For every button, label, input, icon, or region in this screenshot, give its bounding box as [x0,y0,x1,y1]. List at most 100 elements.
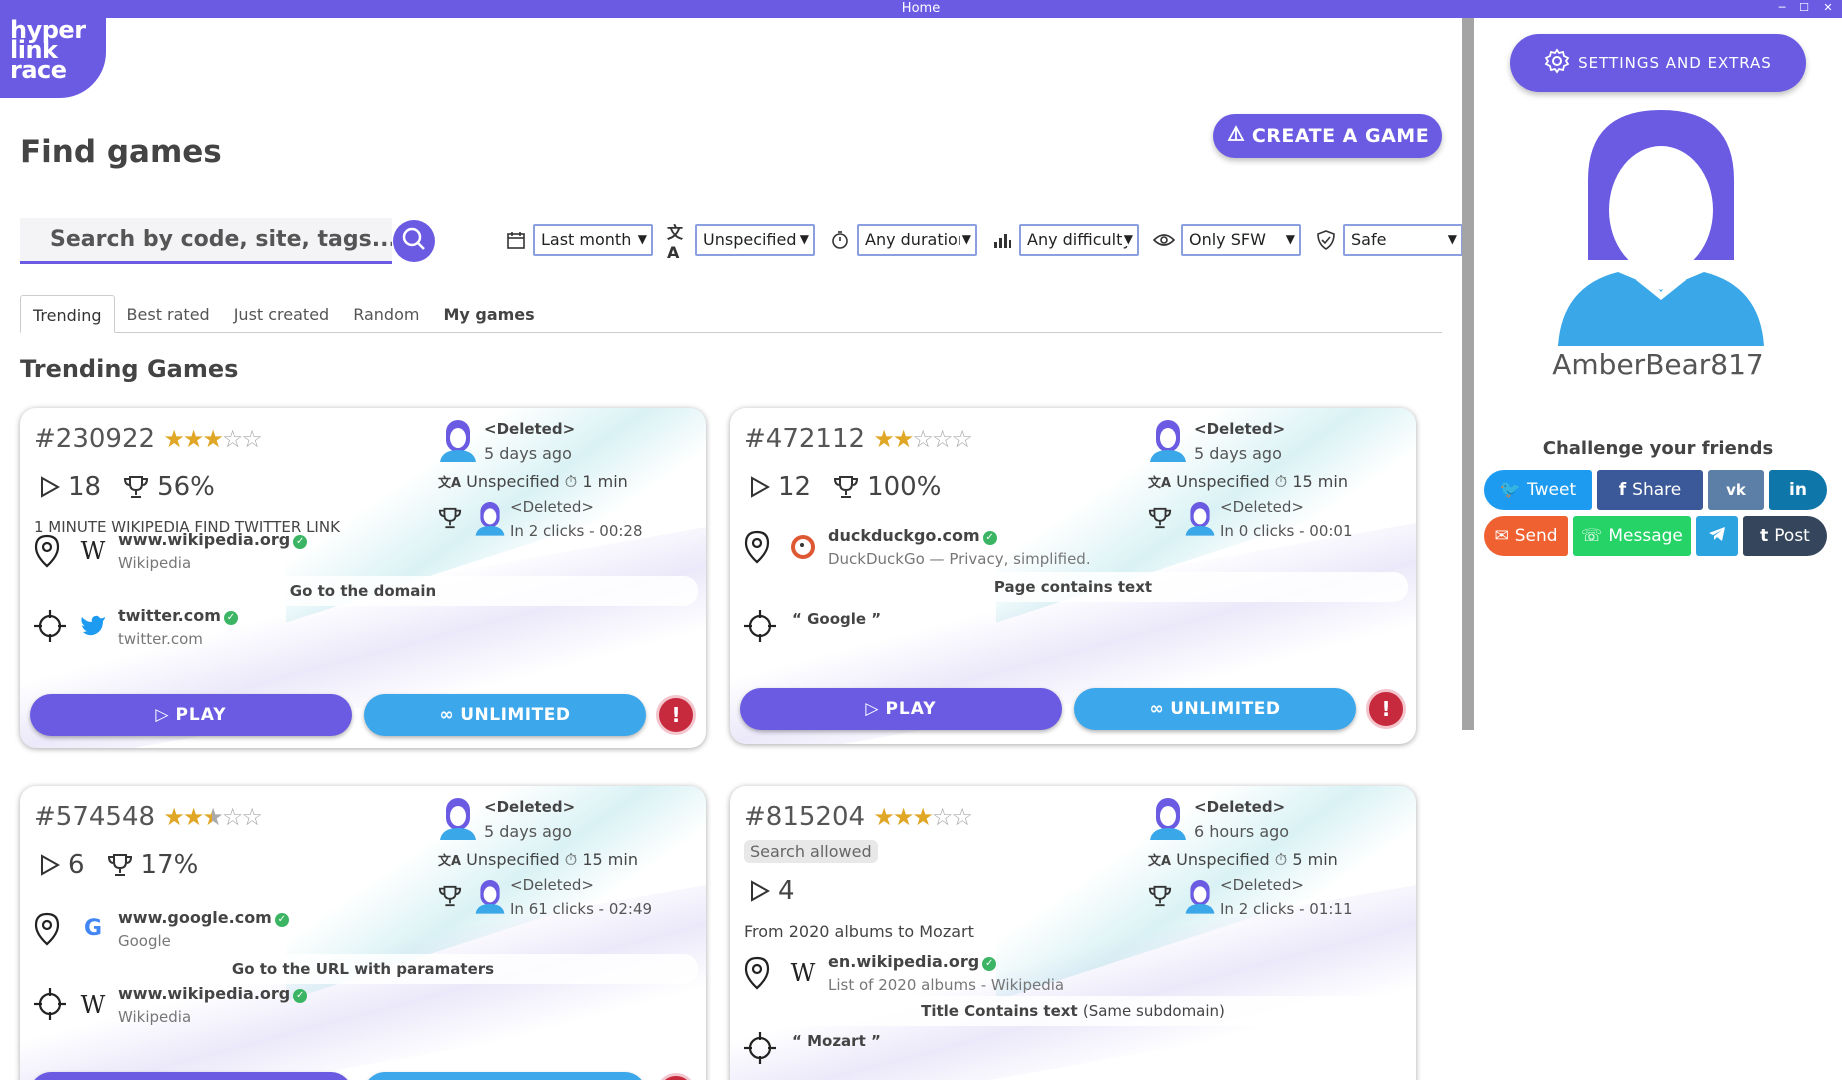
unlimited-button[interactable] [364,1072,646,1080]
unlimited-button[interactable]: ∞ UNLIMITED [1074,688,1356,730]
twitter-icon: 🐦 [1499,480,1522,500]
target-domain[interactable]: www.wikipedia.org ✓ [118,984,308,1003]
star-filled-icon: ★ [873,803,894,831]
play-label: PLAY [885,699,937,719]
play-button[interactable]: ▷ PLAY [740,688,1062,730]
game-card: #815204 ★★★☆☆ Search allowed 4 From 2020… [730,786,1416,1080]
close-button[interactable]: ✕ [1818,1,1838,14]
minimize-button[interactable]: ─ [1772,1,1792,14]
game-duration: 5 min [1292,850,1338,869]
game-card: #472112 ★★☆☆☆ 12 100% <Deleted> 5 days a… [730,408,1416,744]
maximize-button[interactable]: ☐ [1794,1,1814,14]
star-filled-icon: ★ [163,425,184,453]
creator-name[interactable]: <Deleted> [484,798,575,816]
avatar [440,798,476,840]
report-button[interactable] [656,1073,696,1080]
game-meta: 文A Unspecified ⏱ 1 min [438,472,628,492]
window-title: Home [901,1,941,16]
game-stats: 18 56% [40,472,215,502]
tweet-button[interactable]: 🐦 Tweet [1484,470,1592,510]
search-field[interactable] [20,218,392,264]
email-send-button[interactable]: ✉ Send [1484,516,1568,556]
facebook-share-button[interactable]: f Share [1597,470,1703,510]
play-count-icon [751,476,770,498]
goal-rule: Title Contains text (Same subdomain) [738,996,1408,1026]
report-button[interactable]: ! [1366,689,1406,729]
game-card: #574548 ★★★☆☆ 6 17% <Deleted> 5 days ago… [20,786,706,1080]
tab-just-created[interactable]: Just created [222,295,342,333]
linkedin-share-button[interactable]: in [1769,470,1827,510]
best-player-name[interactable]: <Deleted> [1220,498,1304,516]
filter-safety: Safe ▼ [1315,224,1462,256]
logo[interactable]: hyper link race [0,18,106,98]
creator-name[interactable]: <Deleted> [484,420,575,438]
trophy-icon [438,507,462,529]
start-site: W www.wikipedia.org ✓ Wikipedia [34,528,674,578]
filter-content: Only SFW ▼ [1153,224,1315,256]
location-pin-icon [744,956,770,990]
best-player-name[interactable]: <Deleted> [510,876,594,894]
timer-icon [829,229,851,251]
start-domain-text: www.wikipedia.org [118,530,291,549]
game-language: Unspecified [466,850,560,869]
difficulty-select-value: Any difficulty [1027,230,1132,249]
location-pin-icon [34,912,60,946]
date-select[interactable]: Last month ▼ [533,224,653,256]
user-avatar[interactable] [1558,110,1764,346]
tab-bar: Trending Best rated Just created Random … [20,295,1442,333]
tab-best-rated[interactable]: Best rated [115,295,222,333]
scrollbar[interactable] [1462,18,1474,730]
game-duration: 1 min [582,472,628,491]
language-select[interactable]: Unspecified ▼ [695,224,815,256]
safety-select[interactable]: Safe ▼ [1343,224,1462,256]
tab-trending[interactable]: Trending [20,295,115,333]
game-meta: 文A Unspecified ⏱ 15 min [438,850,638,870]
created-time: 5 days ago [1194,444,1282,463]
best-player-name[interactable]: <Deleted> [1220,876,1304,894]
win-rate: 17% [140,850,199,880]
game-id-row: #574548 ★★★☆☆ [34,802,263,832]
telegram-button[interactable] [1696,516,1738,556]
tweet-label: Tweet [1527,480,1577,500]
target-domain[interactable]: twitter.com ✓ [118,606,238,625]
logo-line-3: race [10,56,67,84]
chevron-down-icon: ▼ [635,232,647,246]
content-select[interactable]: Only SFW ▼ [1181,224,1301,256]
vk-share-button[interactable]: vk [1708,470,1764,510]
plays-stat: 18 [40,472,101,502]
filter-duration: Any duration ▼ [829,224,991,256]
star-empty-icon: ☆ [951,803,972,831]
whatsapp-icon: ☏ [1581,526,1603,546]
tumblr-post-button[interactable]: t Post [1743,516,1827,556]
tab-my-games[interactable]: My games [431,295,546,333]
avatar [1185,880,1215,914]
verified-icon: ✓ [293,989,308,1003]
start-domain[interactable]: www.google.com ✓ [118,908,289,927]
trophy-icon [124,476,149,498]
difficulty-select[interactable]: Any difficulty ▼ [1019,224,1139,256]
creator-name[interactable]: <Deleted> [1194,420,1285,438]
tab-random[interactable]: Random [341,295,431,333]
start-domain[interactable]: en.wikipedia.org ✓ [828,952,997,971]
best-player-name[interactable]: <Deleted> [510,498,594,516]
timer-icon: ⏱ [564,472,578,491]
star-empty-icon: ☆ [241,425,262,453]
report-button[interactable]: ! [656,695,696,735]
settings-button[interactable]: SETTINGS AND EXTRAS [1510,34,1806,92]
search-input[interactable] [20,218,392,261]
settings-label: SETTINGS AND EXTRAS [1578,54,1772,72]
goal-rule: Go to the URL with paramaters [28,954,698,984]
play-button[interactable] [30,1072,352,1080]
unlimited-button[interactable]: ∞ UNLIMITED [364,694,646,736]
rating-stars: ★★★☆☆ [163,425,263,453]
star-empty-icon: ☆ [912,425,933,453]
creator-name[interactable]: <Deleted> [1194,798,1285,816]
start-domain[interactable]: duckduckgo.com ✓ [828,526,997,545]
start-domain[interactable]: www.wikipedia.org ✓ [118,530,308,549]
trophy-icon [107,854,132,876]
duration-select[interactable]: Any duration ▼ [857,224,977,256]
whatsapp-button[interactable]: ☏ Message [1573,516,1691,556]
search-button[interactable] [393,220,435,262]
create-game-button[interactable]: CREATE A GAME [1213,114,1442,158]
play-button[interactable]: ▷ PLAY [30,694,352,736]
